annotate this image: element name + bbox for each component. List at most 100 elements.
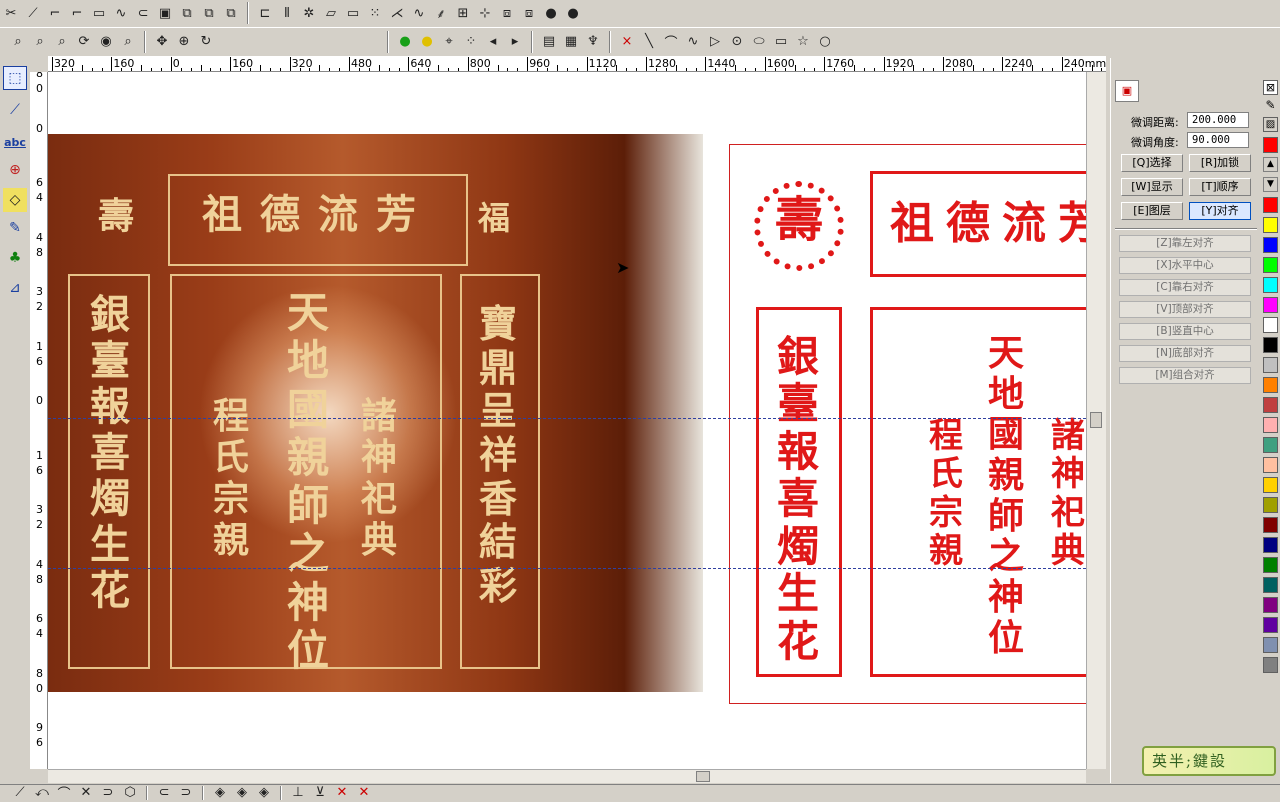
guide-line[interactable] bbox=[48, 568, 1086, 569]
zoom-out-icon[interactable]: ⌕ bbox=[30, 32, 50, 52]
panel-close-icon[interactable]: ⊠ bbox=[1263, 80, 1278, 95]
lock-button[interactable]: [R]加锁 bbox=[1189, 154, 1251, 172]
color-swatch[interactable] bbox=[1263, 457, 1278, 473]
color-swatch[interactable] bbox=[1263, 617, 1278, 633]
color-swatch[interactable] bbox=[1263, 297, 1278, 313]
color-swatch[interactable] bbox=[1263, 277, 1278, 293]
bottom-tool-icon[interactable]: ⊥ bbox=[288, 785, 308, 800]
color-swatch[interactable] bbox=[1263, 557, 1278, 573]
scroll-thumb[interactable] bbox=[696, 771, 710, 782]
color-swatch[interactable] bbox=[1263, 437, 1278, 453]
align-top-button[interactable]: [V]顶部对齐 bbox=[1119, 301, 1251, 318]
cross-grid-icon[interactable]: ⊞ bbox=[453, 3, 473, 23]
color-swatch[interactable] bbox=[1263, 537, 1278, 553]
align-left-button[interactable]: [Z]靠左对齐 bbox=[1119, 235, 1251, 252]
skew-icon[interactable]: ▱ bbox=[321, 3, 341, 23]
color-swatch[interactable] bbox=[1263, 577, 1278, 593]
zoom-page-icon[interactable]: ⌕ bbox=[8, 32, 28, 52]
palette-down-icon[interactable]: ▼ bbox=[1263, 177, 1278, 192]
eyedropper-icon[interactable]: ✎ bbox=[1263, 98, 1278, 113]
bottom-tool-icon[interactable]: ⊂ bbox=[154, 785, 174, 800]
polyline-icon[interactable]: ▷ bbox=[705, 32, 725, 52]
nodes-icon[interactable]: ⁘ bbox=[461, 32, 481, 52]
emboss-icon[interactable]: ● bbox=[541, 3, 561, 23]
color-swatch[interactable] bbox=[1263, 337, 1278, 353]
select-tool-icon[interactable]: ⬚ bbox=[3, 66, 27, 90]
color-swatch[interactable] bbox=[1263, 257, 1278, 273]
fill-tool-icon[interactable]: ◇ bbox=[3, 188, 27, 212]
array-icon[interactable]: ⊹ bbox=[475, 3, 495, 23]
redraw-icon[interactable]: ↻ bbox=[196, 32, 216, 52]
palette-up-icon[interactable]: ▲ bbox=[1263, 157, 1278, 172]
align-button[interactable]: [Y]对齐 bbox=[1189, 202, 1251, 220]
ungroup-icon[interactable]: ⧉ bbox=[199, 3, 219, 23]
rectangle-icon[interactable]: ▭ bbox=[771, 32, 791, 52]
bottom-tool-icon[interactable]: ⊻ bbox=[310, 785, 330, 800]
layer-button[interactable]: [E]图层 bbox=[1121, 202, 1183, 220]
color-swatch[interactable] bbox=[1263, 357, 1278, 373]
bottom-tool-icon[interactable]: ⊃ bbox=[176, 785, 196, 800]
point-icon[interactable]: × bbox=[617, 32, 637, 52]
stamp-icon[interactable]: ♆ bbox=[583, 32, 603, 52]
rect-edit-icon[interactable]: ▭ bbox=[89, 3, 109, 23]
view-eye-icon[interactable]: ◉ bbox=[96, 32, 116, 52]
hatch-icon[interactable]: ▦ bbox=[561, 32, 581, 52]
ellipse-icon[interactable]: ⬭ bbox=[749, 32, 769, 52]
bottom-tool-icon[interactable]: ⬡ bbox=[120, 785, 140, 800]
circle-icon[interactable]: ○ bbox=[815, 32, 835, 52]
combine-icon[interactable]: ⧉ bbox=[221, 3, 241, 23]
color-swatch[interactable] bbox=[1263, 497, 1278, 513]
color-swatch[interactable] bbox=[1263, 657, 1278, 673]
bottom-tool-icon[interactable]: ⤺ bbox=[32, 785, 52, 800]
vector-design[interactable]: 壽 芳流德祖 銀臺報喜燭生花 天地國親師之神位 程氏宗親 諸神祀典 bbox=[729, 144, 1086, 704]
circle-center-icon[interactable]: ⊙ bbox=[727, 32, 747, 52]
drawing-canvas[interactable]: 芳流德祖 壽 福 銀臺報喜燭生花 寶鼎呈祥香結彩 天地國親師之神位 程氏宗親 諸… bbox=[48, 72, 1086, 769]
bottom-tool-icon[interactable]: ◈ bbox=[254, 785, 274, 800]
arc-icon[interactable]: ⌒ bbox=[661, 32, 681, 52]
select-button[interactable]: [Q]选择 bbox=[1121, 154, 1183, 172]
slot-icon[interactable]: ⊂ bbox=[133, 3, 153, 23]
color-swatch[interactable] bbox=[1263, 217, 1278, 233]
bottom-delete-icon[interactable]: ✕ bbox=[354, 785, 374, 800]
fine-angle-input[interactable]: 90.000 bbox=[1187, 132, 1249, 148]
zoom-in-icon[interactable]: ⌕ bbox=[52, 32, 72, 52]
bottom-tool-icon[interactable]: ✕ bbox=[76, 785, 96, 800]
color-swatch[interactable] bbox=[1263, 237, 1278, 253]
color-swatch[interactable] bbox=[1263, 377, 1278, 393]
frame-icon[interactable]: ▣ bbox=[155, 3, 175, 23]
box-icon[interactable]: ▭ bbox=[343, 3, 363, 23]
fine-distance-input[interactable]: 200.000 bbox=[1187, 112, 1249, 128]
pen-tool-icon[interactable]: ✎ bbox=[3, 216, 27, 240]
layers-icon[interactable]: ⧈ bbox=[519, 3, 539, 23]
sheet-icon[interactable]: ▤ bbox=[539, 32, 559, 52]
node-edit-icon[interactable]: ⟋ bbox=[3, 98, 27, 122]
bottom-delete-icon[interactable]: ✕ bbox=[332, 785, 352, 800]
arrow-left-icon[interactable]: ◂ bbox=[483, 32, 503, 52]
bottom-tool-icon[interactable]: ◈ bbox=[232, 785, 252, 800]
align-vcenter-button[interactable]: [B]竖直中心 bbox=[1119, 323, 1251, 340]
pan-icon[interactable]: ✥ bbox=[152, 32, 172, 52]
color-swatch[interactable] bbox=[1263, 517, 1278, 533]
corner-chamfer-icon[interactable]: ⌐ bbox=[67, 3, 87, 23]
text-tool-icon[interactable]: abc bbox=[3, 130, 27, 154]
show-button[interactable]: [W]显示 bbox=[1121, 178, 1183, 196]
wave-icon[interactable]: ∿ bbox=[409, 3, 429, 23]
scroll-thumb[interactable] bbox=[1090, 412, 1102, 428]
arrow-right-icon[interactable]: ▸ bbox=[505, 32, 525, 52]
node-select-icon[interactable]: ⌖ bbox=[439, 32, 459, 52]
bottom-tool-icon[interactable]: ⟋ bbox=[10, 785, 30, 800]
panel-tab-icon[interactable]: ▣ bbox=[1115, 80, 1139, 102]
star-icon[interactable]: ☆ bbox=[793, 32, 813, 52]
color-swatch[interactable] bbox=[1263, 637, 1278, 653]
curve-icon[interactable]: ∿ bbox=[683, 32, 703, 52]
zoom-refresh-icon[interactable]: ⟳ bbox=[74, 32, 94, 52]
green-bulb-icon[interactable]: ● bbox=[395, 32, 415, 52]
guide-line[interactable] bbox=[48, 418, 1086, 419]
corner-round-icon[interactable]: ⌐ bbox=[45, 3, 65, 23]
color-swatch[interactable] bbox=[1263, 397, 1278, 413]
align-hcenter-button[interactable]: [X]水平中心 bbox=[1119, 257, 1251, 274]
line-tool-icon[interactable]: ⟋ bbox=[23, 3, 43, 23]
line-icon[interactable]: ╲ bbox=[639, 32, 659, 52]
stack-icon[interactable]: ⧈ bbox=[497, 3, 517, 23]
vertical-scrollbar[interactable] bbox=[1086, 72, 1106, 769]
